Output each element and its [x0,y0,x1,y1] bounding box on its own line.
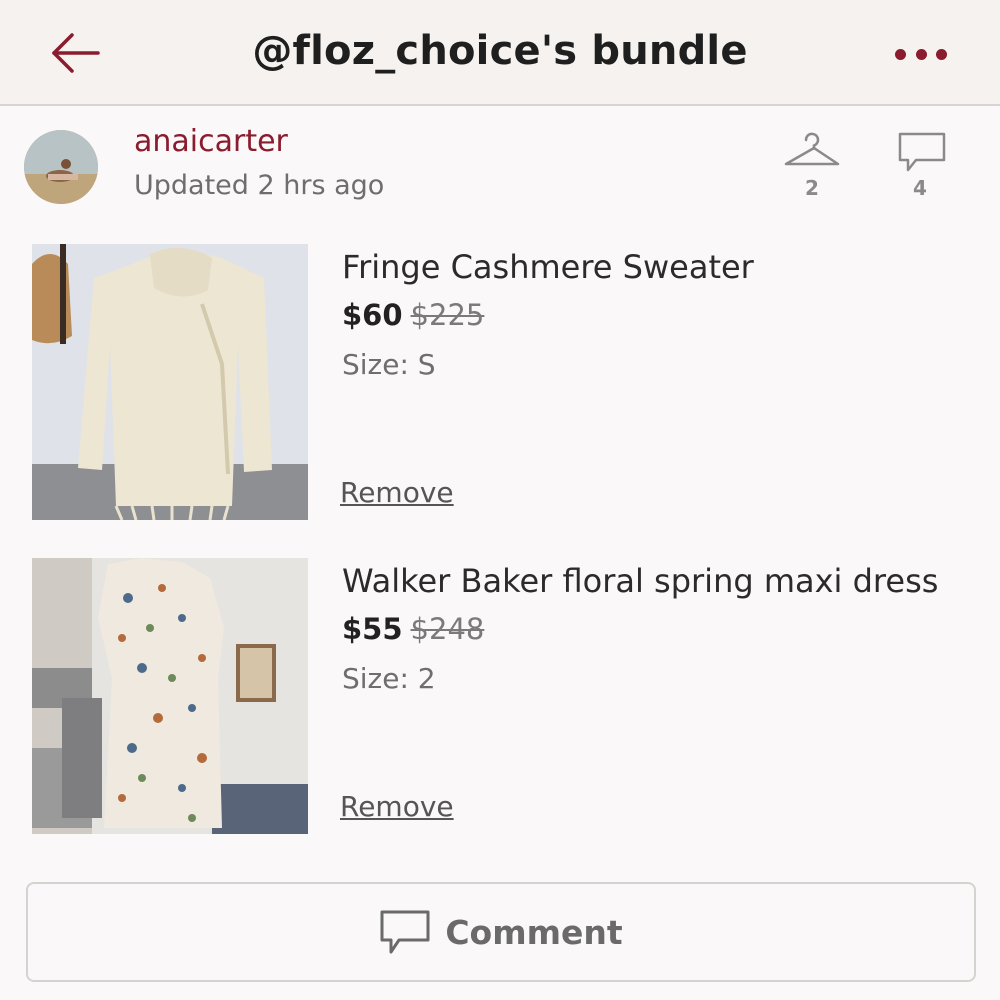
more-dots-icon [895,48,906,60]
avatar-photo [24,130,98,204]
comments-count-button[interactable]: 4 [890,130,950,200]
more-options-button[interactable] [895,40,947,68]
more-dot [915,48,927,60]
remove-button[interactable]: Remove [340,476,454,509]
remove-button[interactable]: Remove [340,790,454,823]
updated-time: Updated 2 hrs ago [134,170,385,201]
item-title[interactable]: Walker Baker floral spring maxi dress [342,562,938,600]
comments-count: 4 [913,176,927,200]
comment-label: Comment [445,912,623,952]
item-size: Size: 2 [342,662,436,695]
likes-count: 2 [805,176,819,200]
arrow-left-icon [52,33,100,73]
page-title: @floz_choice's bundle [252,28,748,74]
sweater-photo [32,244,308,520]
dress-photo [32,558,308,834]
avatar[interactable] [24,130,98,204]
bundle-item: Fringe Cashmere Sweater $60 $225 Size: S … [32,244,972,520]
item-prices: $55 $248 [342,612,484,646]
hanger-icon [784,132,840,166]
item-original-price: $225 [410,298,485,332]
item-original-price: $248 [410,612,485,646]
back-button[interactable] [48,28,104,78]
item-price: $60 [342,298,403,332]
likes-button[interactable]: 2 [782,130,842,200]
item-photo-dress[interactable] [32,558,308,834]
item-prices: $60 $225 [342,298,484,332]
item-photo-sweater[interactable] [32,244,308,520]
item-title[interactable]: Fringe Cashmere Sweater [342,248,754,286]
item-price: $55 [342,612,403,646]
bundle-item: Walker Baker floral spring maxi dress $5… [32,558,972,834]
item-size: Size: S [342,348,436,381]
top-bar: @floz_choice's bundle [0,0,1000,106]
more-dot [936,48,947,60]
comment-bubble-icon [380,910,430,954]
seller-username[interactable]: anaicarter [134,124,288,159]
comment-bubble-icon [898,132,946,172]
comment-button[interactable]: Comment [26,882,976,982]
